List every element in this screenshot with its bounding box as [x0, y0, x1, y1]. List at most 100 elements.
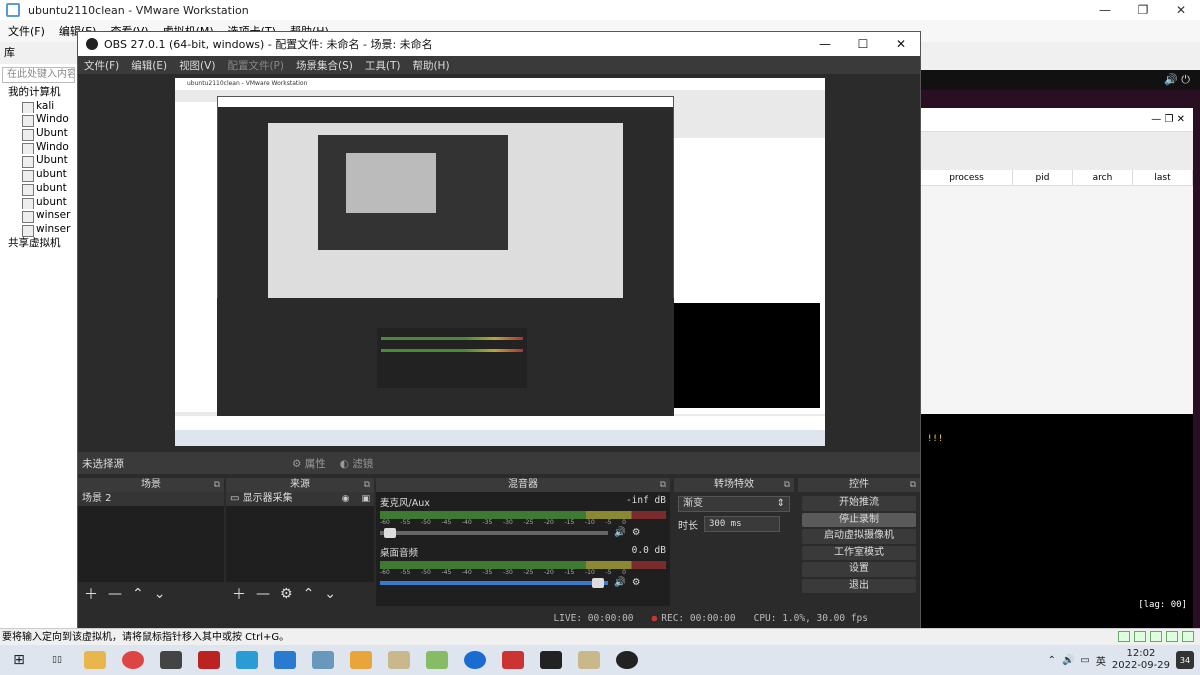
tree-item[interactable]: ubunt — [8, 168, 77, 182]
source-settings-gear-icon[interactable]: ⚙ — [280, 586, 293, 602]
app-icon[interactable] — [578, 651, 600, 669]
telegram-icon[interactable] — [236, 651, 258, 669]
app-icon[interactable] — [198, 651, 220, 669]
maximize-icon[interactable]: ❐ — [1124, 0, 1162, 20]
obs-menu-view[interactable]: 视图(V) — [179, 58, 215, 73]
chrome-icon[interactable] — [122, 651, 144, 669]
start-virtual-camera-button[interactable]: 启动虚拟摄像机 — [802, 529, 916, 544]
mixer-dock: 混音器 ⧉ 麦克风/Aux -inf dB -60 -55 -50 -45 -40 -35 -3… — [376, 478, 670, 606]
volume-icon[interactable]: 🔊 — [1062, 655, 1074, 666]
obs-menu-edit[interactable]: 编辑(E) — [131, 58, 167, 73]
minimize-icon[interactable]: — — [1086, 0, 1124, 20]
process-table-header: process pid arch last — [921, 170, 1193, 186]
remove-source-icon[interactable]: — — [256, 586, 270, 602]
library-search-input[interactable]: 在此处键入内容进行搜索 — [2, 67, 75, 83]
obs-menu-profile[interactable]: 配置文件(P) — [227, 58, 284, 73]
move-up-icon[interactable]: ⌃ — [303, 586, 315, 602]
exit-button[interactable]: 退出 — [802, 578, 916, 593]
scene-item[interactable]: 场景 2 — [78, 492, 224, 506]
tree-item[interactable]: Windo — [8, 141, 77, 155]
mic-volume-slider[interactable] — [380, 527, 608, 538]
lock-icon[interactable]: ▣ — [361, 492, 370, 506]
vmware-icon[interactable] — [350, 651, 372, 669]
app-icon[interactable] — [312, 651, 334, 669]
app-icon[interactable] — [160, 651, 182, 669]
jetbrains-icon[interactable] — [502, 651, 524, 669]
speaker-icon[interactable]: 🔊 — [614, 577, 626, 588]
app-icon[interactable] — [464, 651, 486, 669]
transitions-dock: 转场特效 ⧉ 渐变 ⇕ 时长 300 ms — [674, 478, 794, 606]
tree-item[interactable]: winser — [8, 209, 77, 223]
add-source-icon[interactable]: ＋ — [232, 584, 246, 604]
tree-item[interactable]: Windo — [8, 113, 77, 128]
start-streaming-button[interactable]: 开始推流 — [802, 496, 916, 511]
tree-item[interactable]: Ubunt — [8, 154, 77, 169]
stop-recording-button[interactable]: 停止录制 — [802, 512, 916, 527]
terminal-icon[interactable] — [540, 651, 562, 669]
battery-icon[interactable]: ▭ — [1080, 655, 1089, 666]
device-icon[interactable] — [1118, 631, 1130, 642]
tree-shared-vms[interactable]: 共享虚拟机 — [8, 237, 77, 251]
dock-float-icon[interactable]: ⧉ — [910, 478, 916, 492]
properties-button[interactable]: ⚙ 属性 — [292, 456, 326, 471]
obs-maximize-icon[interactable]: ☐ — [844, 37, 882, 51]
obs-menu-help[interactable]: 帮助(H) — [412, 58, 449, 73]
ime-indicator[interactable]: 英 — [1096, 653, 1106, 668]
move-down-icon[interactable]: ⌄ — [324, 586, 336, 602]
studio-mode-button[interactable]: 工作室模式 — [802, 545, 916, 560]
obs-menu-scene-collection[interactable]: 场景集合(S) — [296, 58, 353, 73]
move-up-icon[interactable]: ⌃ — [132, 586, 144, 602]
device-icon[interactable] — [1166, 631, 1178, 642]
filters-label: 滤镜 — [352, 457, 374, 470]
clock[interactable]: 12:02 2022-09-29 — [1112, 648, 1170, 672]
settings-button[interactable]: 设置 — [802, 562, 916, 577]
obs-menu-file[interactable]: 文件(F) — [84, 58, 119, 73]
desktop-volume-slider[interactable] — [380, 577, 608, 588]
close-icon[interactable]: ✕ — [1162, 0, 1200, 20]
tree-item[interactable]: kali — [8, 100, 77, 114]
tick: -5 — [605, 519, 612, 526]
tree-root-my-computer[interactable]: 我的计算机 — [8, 86, 77, 100]
menu-file[interactable]: 文件(F) — [8, 23, 45, 39]
tree-item[interactable]: ubunt — [8, 182, 77, 196]
dock-float-icon[interactable]: ⧉ — [660, 478, 666, 492]
filters-button[interactable]: ◐ 滤镜 — [340, 456, 374, 471]
library-tree: 我的计算机 kali Windo Ubunt Windo Ubunt ubunt… — [0, 86, 77, 250]
add-scene-icon[interactable]: ＋ — [84, 584, 98, 604]
slider-knob[interactable] — [384, 527, 397, 538]
start-windows-icon[interactable]: ⊞ — [8, 651, 30, 669]
mic-settings-gear-icon[interactable]: ⚙ — [632, 527, 641, 538]
remove-scene-icon[interactable]: — — [108, 586, 122, 602]
dock-float-icon[interactable]: ⧉ — [784, 478, 790, 492]
speaker-icon[interactable]: 🔊 — [614, 527, 626, 538]
task-view-icon[interactable]: ▯▯ — [46, 651, 68, 669]
tree-item[interactable]: winser — [8, 223, 77, 237]
visibility-eye-icon[interactable]: ◉ — [342, 492, 350, 506]
obs-taskbar-icon[interactable] — [616, 651, 638, 669]
app-icon[interactable] — [388, 651, 410, 669]
file-explorer-icon[interactable] — [84, 651, 106, 669]
guest-screen[interactable]: 🔊 ⏻ — ❐ ✕ process pid arch last !!! [lag… — [921, 70, 1200, 628]
notifications-badge[interactable]: 34 — [1176, 651, 1194, 669]
obs-minimize-icon[interactable]: — — [806, 37, 844, 51]
device-icon[interactable] — [1182, 631, 1194, 642]
tree-item[interactable]: Ubunt — [8, 127, 77, 141]
transition-select[interactable]: 渐变 ⇕ — [678, 496, 790, 512]
duration-input[interactable]: 300 ms — [704, 516, 780, 532]
obs-menu-tools[interactable]: 工具(T) — [365, 58, 401, 73]
obs-preview[interactable]: ubuntu2110clean - VMware Workstation — [175, 78, 825, 446]
move-down-icon[interactable]: ⌄ — [154, 586, 166, 602]
dock-float-icon[interactable]: ⧉ — [214, 478, 220, 492]
obs-close-icon[interactable]: ✕ — [882, 37, 920, 51]
tree-item[interactable]: ubunt — [8, 196, 77, 210]
device-icon[interactable] — [1150, 631, 1162, 642]
mic-channel-level: -inf dB — [625, 495, 666, 506]
slack-icon[interactable] — [426, 651, 448, 669]
vscode-icon[interactable] — [274, 651, 296, 669]
slider-knob[interactable] — [591, 577, 604, 588]
dock-float-icon[interactable]: ⧉ — [364, 478, 370, 492]
desktop-settings-gear-icon[interactable]: ⚙ — [632, 577, 641, 588]
source-item[interactable]: ▭ 显示器采集 ◉ ▣ — [226, 492, 374, 506]
network-icon[interactable]: ⌃ — [1048, 655, 1056, 666]
device-icon[interactable] — [1134, 631, 1146, 642]
